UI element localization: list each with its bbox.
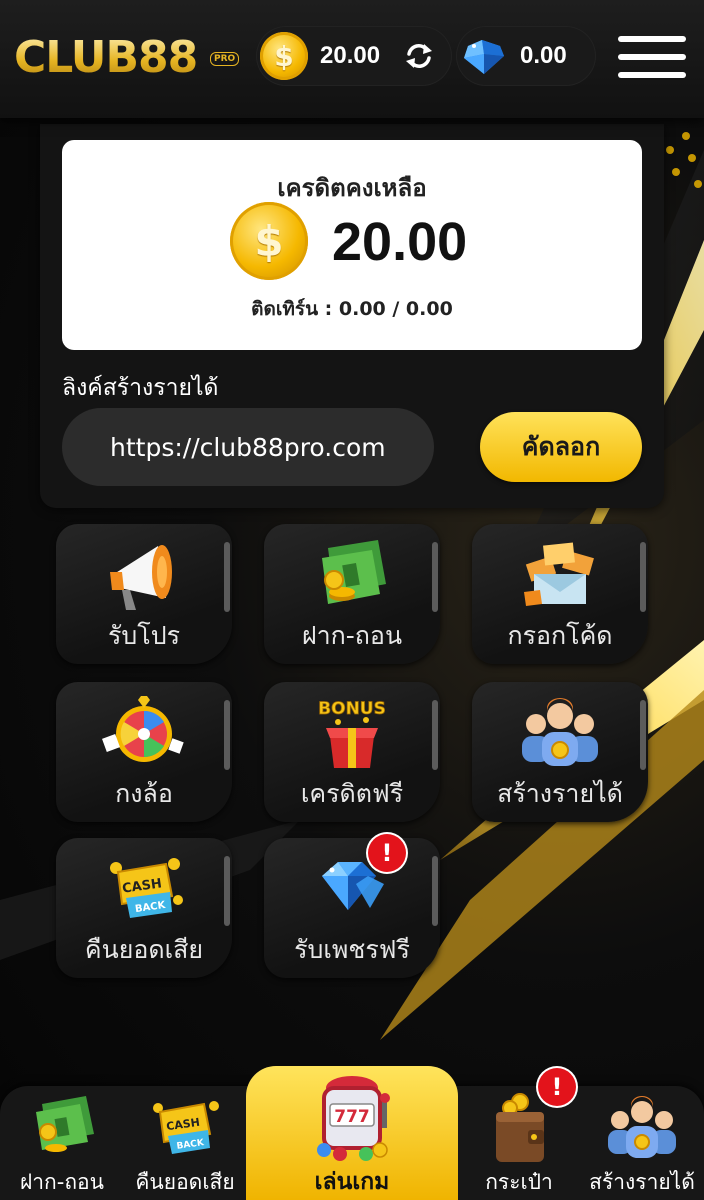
logo-text: CLUB88 bbox=[14, 30, 234, 86]
top-header: CLUB88 PRO $ 20.00 0.00 bbox=[0, 0, 704, 118]
money-icon bbox=[322, 540, 386, 604]
nav-play-game[interactable]: 777 เล่นเกม bbox=[246, 1066, 458, 1200]
nav-deposit-withdraw[interactable]: ฝาก-ถอน bbox=[0, 1086, 124, 1200]
team-icon bbox=[522, 698, 598, 766]
menu-tile-label: รับเพชรฟรี bbox=[294, 935, 410, 964]
copy-link-button[interactable]: คัดลอก bbox=[480, 412, 642, 482]
logo-pro-badge: PRO bbox=[210, 52, 240, 66]
menu-tile-label: สร้างรายได้ bbox=[497, 779, 623, 808]
nav-label: คืนยอดเสีย bbox=[135, 1170, 235, 1194]
referral-link-label: ลิงค์สร้างรายได้ bbox=[62, 375, 219, 401]
hamburger-menu-icon[interactable] bbox=[618, 32, 686, 82]
diamond-icon bbox=[464, 40, 504, 74]
referral-link-field[interactable] bbox=[62, 408, 434, 486]
menu-tile-promotion[interactable]: รับโปร bbox=[56, 524, 232, 664]
coin-icon: $ bbox=[260, 32, 308, 80]
menu-tile-enter-code[interactable]: กรอกโค้ด bbox=[472, 524, 648, 664]
menu-tile-earn-income[interactable]: สร้างรายได้ bbox=[472, 682, 648, 822]
credit-card-title: เครดิตคงเหลือ bbox=[277, 174, 427, 202]
credit-panel: เครดิตคงเหลือ $ 20.00 ติดเทิร์น : 0.00 /… bbox=[40, 124, 664, 508]
coin-symbol: $ bbox=[274, 39, 294, 73]
menu-tile-wheel[interactable]: กงล้อ bbox=[56, 682, 232, 822]
megaphone-icon bbox=[110, 545, 172, 610]
envelope-icon bbox=[524, 542, 594, 606]
svg-text:BONUS: BONUS bbox=[318, 699, 386, 719]
wallet-alert-badge: ! bbox=[538, 1068, 576, 1106]
gem-balance-value: 0.00 bbox=[520, 42, 567, 69]
menu-tile-label: ฝาก-ถอน bbox=[301, 621, 403, 650]
team-icon bbox=[608, 1096, 676, 1158]
nav-cashback[interactable]: CASH BACK คืนยอดเสีย bbox=[124, 1086, 246, 1200]
gem-balance-pill: 0.00 bbox=[456, 26, 596, 86]
menu-tile-label: กรอกโค้ด bbox=[507, 621, 613, 650]
bonus-box-icon: BONUS bbox=[318, 699, 386, 768]
nav-label: ฝาก-ถอน bbox=[19, 1170, 105, 1194]
coin-symbol: $ bbox=[254, 216, 284, 266]
credit-balance-pill: $ 20.00 bbox=[256, 26, 452, 86]
club88-logo[interactable]: CLUB88 PRO bbox=[14, 30, 240, 86]
menu-tile-free-credit[interactable]: BONUS เครดิตฟรี bbox=[264, 682, 440, 822]
menu-tile-label: คืนยอดเสีย bbox=[84, 935, 204, 964]
cashback-icon: CASH BACK bbox=[110, 858, 183, 918]
credit-amount: 20.00 bbox=[332, 212, 468, 272]
referral-link-input[interactable] bbox=[62, 408, 434, 486]
menu-tile-free-diamond[interactable]: รับเพชรฟรี bbox=[264, 838, 440, 978]
wallet-icon bbox=[496, 1093, 544, 1162]
slot-machine-icon: 777 bbox=[317, 1076, 390, 1161]
nav-earn-income[interactable]: สร้างรายได้ bbox=[580, 1086, 704, 1200]
menu-tile-label: กงล้อ bbox=[115, 779, 173, 808]
menu-tile-label: เครดิตฟรี bbox=[300, 779, 404, 808]
credit-card: เครดิตคงเหลือ $ 20.00 ติดเทิร์น : 0.00 /… bbox=[62, 140, 642, 350]
nav-label: กระเป๋า bbox=[485, 1170, 553, 1194]
menu-tile-deposit-withdraw[interactable]: ฝาก-ถอน bbox=[264, 524, 440, 664]
menu-tile-cashback[interactable]: CASH BACK คืนยอดเสีย bbox=[56, 838, 232, 978]
refresh-icon[interactable] bbox=[404, 42, 434, 70]
turnover-status: ติดเทิร์น : 0.00 / 0.00 bbox=[251, 298, 453, 320]
money-icon bbox=[36, 1096, 94, 1152]
credit-balance-value: 20.00 bbox=[320, 42, 381, 69]
nav-label: สร้างรายได้ bbox=[589, 1170, 695, 1194]
cashback-icon: CASH BACK bbox=[153, 1101, 219, 1154]
free-diamond-alert-badge: ! bbox=[368, 834, 406, 872]
nav-label: เล่นเกม bbox=[314, 1169, 390, 1195]
coin-icon: $ bbox=[230, 202, 308, 280]
menu-tile-label: รับโปร bbox=[107, 621, 181, 650]
svg-text:777: 777 bbox=[334, 1107, 370, 1127]
wheel-icon bbox=[102, 696, 184, 762]
